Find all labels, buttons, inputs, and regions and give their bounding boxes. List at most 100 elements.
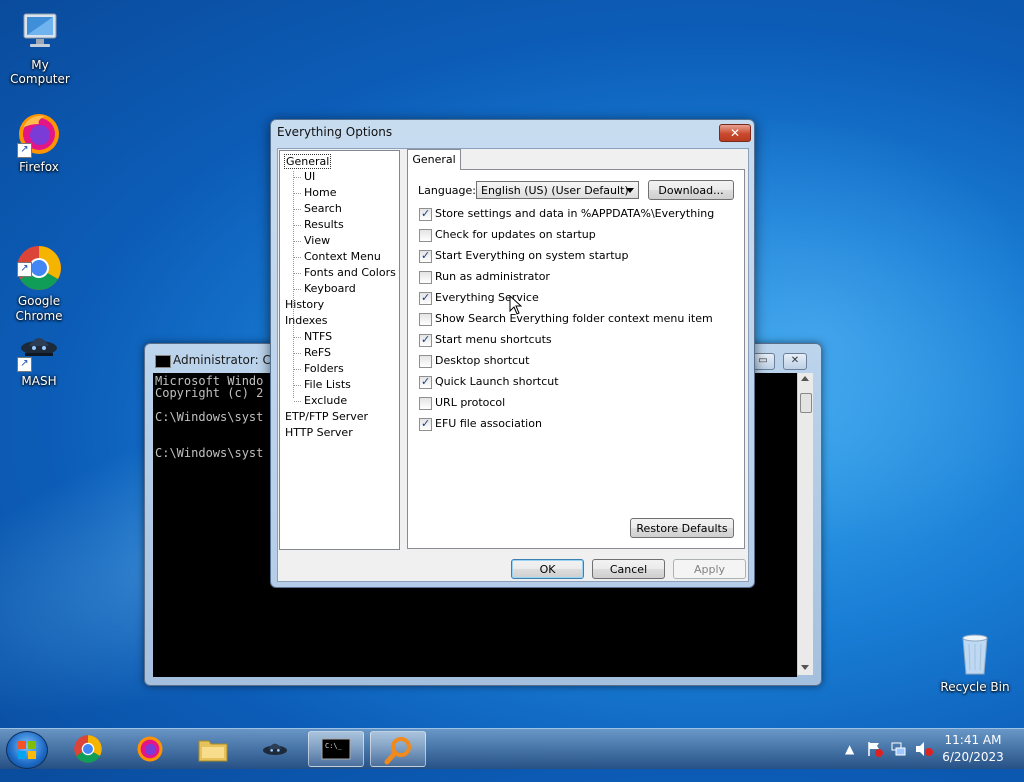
checkbox-box[interactable] — [419, 313, 432, 326]
checkbox-box[interactable] — [419, 229, 432, 242]
folder-icon — [198, 740, 228, 762]
desktop-icon-my-computer[interactable]: My Computer — [0, 8, 80, 86]
checkbox-box[interactable] — [419, 416, 432, 432]
checkbox-label: Check for updates on startup — [435, 228, 596, 241]
chrome-icon — [74, 735, 102, 763]
firefox-icon — [137, 736, 163, 762]
tree-connector — [294, 177, 301, 178]
clock-date: 6/20/2023 — [942, 750, 1004, 764]
shortcut-arrow-icon: ↗ — [17, 262, 32, 277]
checkbox-box[interactable] — [419, 374, 432, 390]
tree-item-folders[interactable]: Folders — [304, 362, 344, 375]
volume-muted-icon[interactable] — [914, 740, 934, 758]
taskbar-firefox[interactable] — [123, 731, 179, 767]
tree-item-ntfs[interactable]: NTFS — [304, 330, 332, 343]
desktop-icon-mash[interactable]: ↗ MASH — [0, 324, 79, 388]
cmd-icon: C:\_ — [321, 738, 351, 760]
tree-item-context-menu[interactable]: Context Menu — [304, 250, 381, 263]
desktop-icon-label: Firefox — [19, 160, 59, 174]
tree-item-http-server[interactable]: HTTP Server — [285, 426, 353, 439]
checkbox-box[interactable] — [419, 271, 432, 284]
taskbar-mash[interactable] — [247, 731, 303, 767]
tree-item-search[interactable]: Search — [304, 202, 342, 215]
checkbox-box[interactable] — [419, 397, 432, 410]
cmd-icon — [155, 355, 171, 368]
desktop-icon-firefox[interactable]: ↗ Firefox — [0, 110, 79, 174]
checkbox-label: EFU file association — [435, 417, 542, 430]
taskbar-everything[interactable] — [370, 731, 426, 767]
tree-item-general[interactable]: General — [284, 154, 332, 169]
checkbox-box[interactable] — [419, 248, 432, 264]
checkbox-box[interactable] — [419, 290, 432, 306]
mash-icon: ↗ — [15, 324, 63, 372]
tree-item-ui[interactable]: UI — [304, 170, 315, 183]
recycle-bin-icon — [951, 630, 999, 678]
scroll-down-arrow-icon[interactable] — [801, 665, 809, 670]
checkbox-box[interactable] — [419, 206, 432, 222]
show-hidden-icons-icon[interactable]: ▲ — [845, 742, 854, 756]
tree-connector — [294, 353, 301, 354]
tree-item-etp-ftp-server[interactable]: ETP/FTP Server — [285, 410, 368, 423]
desktop-icon-google-chrome[interactable]: ↗ Google Chrome — [0, 214, 79, 339]
shortcut-arrow-icon: ↗ — [17, 143, 32, 158]
language-select-value: English (US) (User Default) — [481, 184, 629, 197]
cancel-button[interactable]: Cancel — [592, 559, 665, 579]
tree-item-exclude[interactable]: Exclude — [304, 394, 347, 407]
svg-text:C:\_: C:\_ — [325, 742, 343, 750]
checkbox-box[interactable] — [419, 332, 432, 348]
chevron-down-icon — [626, 188, 634, 193]
scroll-thumb[interactable] — [800, 393, 812, 413]
tree-item-keyboard[interactable]: Keyboard — [304, 282, 356, 295]
tab-general[interactable]: General — [407, 149, 461, 170]
tree-connector — [294, 273, 301, 274]
checkbox-label: URL protocol — [435, 396, 506, 409]
cmd-vertical-scrollbar[interactable] — [797, 373, 813, 675]
close-button[interactable]: ✕ — [783, 353, 807, 370]
desktop-icon-label: My Computer — [10, 58, 70, 86]
restore-defaults-button[interactable]: Restore Defaults — [630, 518, 734, 538]
options-tree[interactable]: General UI Home Search Results View Cont… — [279, 150, 400, 550]
start-button[interactable] — [6, 731, 48, 769]
windows-logo-icon — [18, 741, 36, 759]
tree-connector — [294, 193, 301, 194]
tree-item-file-lists[interactable]: File Lists — [304, 378, 351, 391]
everything-options-dialog[interactable]: Everything Options ✕ General UI Home Sea… — [270, 119, 755, 588]
shortcut-arrow-icon: ↗ — [17, 357, 32, 372]
tree-item-view[interactable]: View — [304, 234, 330, 247]
system-clock[interactable]: 11:41 AM 6/20/2023 — [938, 732, 1008, 766]
language-select[interactable]: English (US) (User Default) — [476, 181, 639, 199]
network-icon[interactable] — [890, 740, 908, 758]
desktop-icon-label: Google Chrome — [15, 294, 63, 323]
scroll-up-arrow-icon[interactable] — [801, 376, 809, 381]
general-tab-panel: Language: English (US) (User Default) Do… — [407, 169, 745, 549]
dialog-title: Everything Options — [277, 125, 393, 139]
chrome-icon: ↗ — [15, 229, 63, 290]
language-label: Language: — [418, 184, 476, 197]
tree-item-home[interactable]: Home — [304, 186, 336, 199]
tree-item-history[interactable]: History — [285, 298, 324, 311]
tree-item-refs[interactable]: ReFS — [304, 346, 331, 359]
taskbar: C:\_ ▲ 11:41 AM 6/20/2023 — [0, 728, 1024, 769]
taskbar-cmd[interactable]: C:\_ — [308, 731, 364, 767]
close-button[interactable]: ✕ — [719, 124, 751, 142]
desktop-icon-recycle-bin[interactable]: Recycle Bin — [935, 630, 1015, 694]
tree-item-fonts-and-colors[interactable]: Fonts and Colors — [304, 266, 396, 279]
taskbar-explorer[interactable] — [185, 731, 241, 767]
checkbox-box[interactable] — [419, 355, 432, 368]
taskbar-chrome[interactable] — [61, 731, 117, 767]
apply-button[interactable]: Apply — [673, 559, 746, 579]
download-button[interactable]: Download... — [648, 180, 734, 200]
action-center-flag-icon[interactable] — [866, 740, 884, 758]
mash-icon — [263, 743, 287, 755]
checkbox-label: Everything Service — [435, 291, 539, 304]
tree-connector — [294, 369, 301, 370]
ok-button[interactable]: OK — [511, 559, 584, 579]
tree-item-results[interactable]: Results — [304, 218, 344, 231]
tree-connector — [294, 225, 301, 226]
tree-connector — [294, 401, 301, 402]
checkbox-label: Quick Launch shortcut — [435, 375, 559, 388]
desktop-icon-label: MASH — [21, 374, 57, 388]
checkbox-label: Desktop shortcut — [435, 354, 530, 367]
tree-connector — [294, 289, 301, 290]
tree-item-indexes[interactable]: Indexes — [285, 314, 327, 327]
